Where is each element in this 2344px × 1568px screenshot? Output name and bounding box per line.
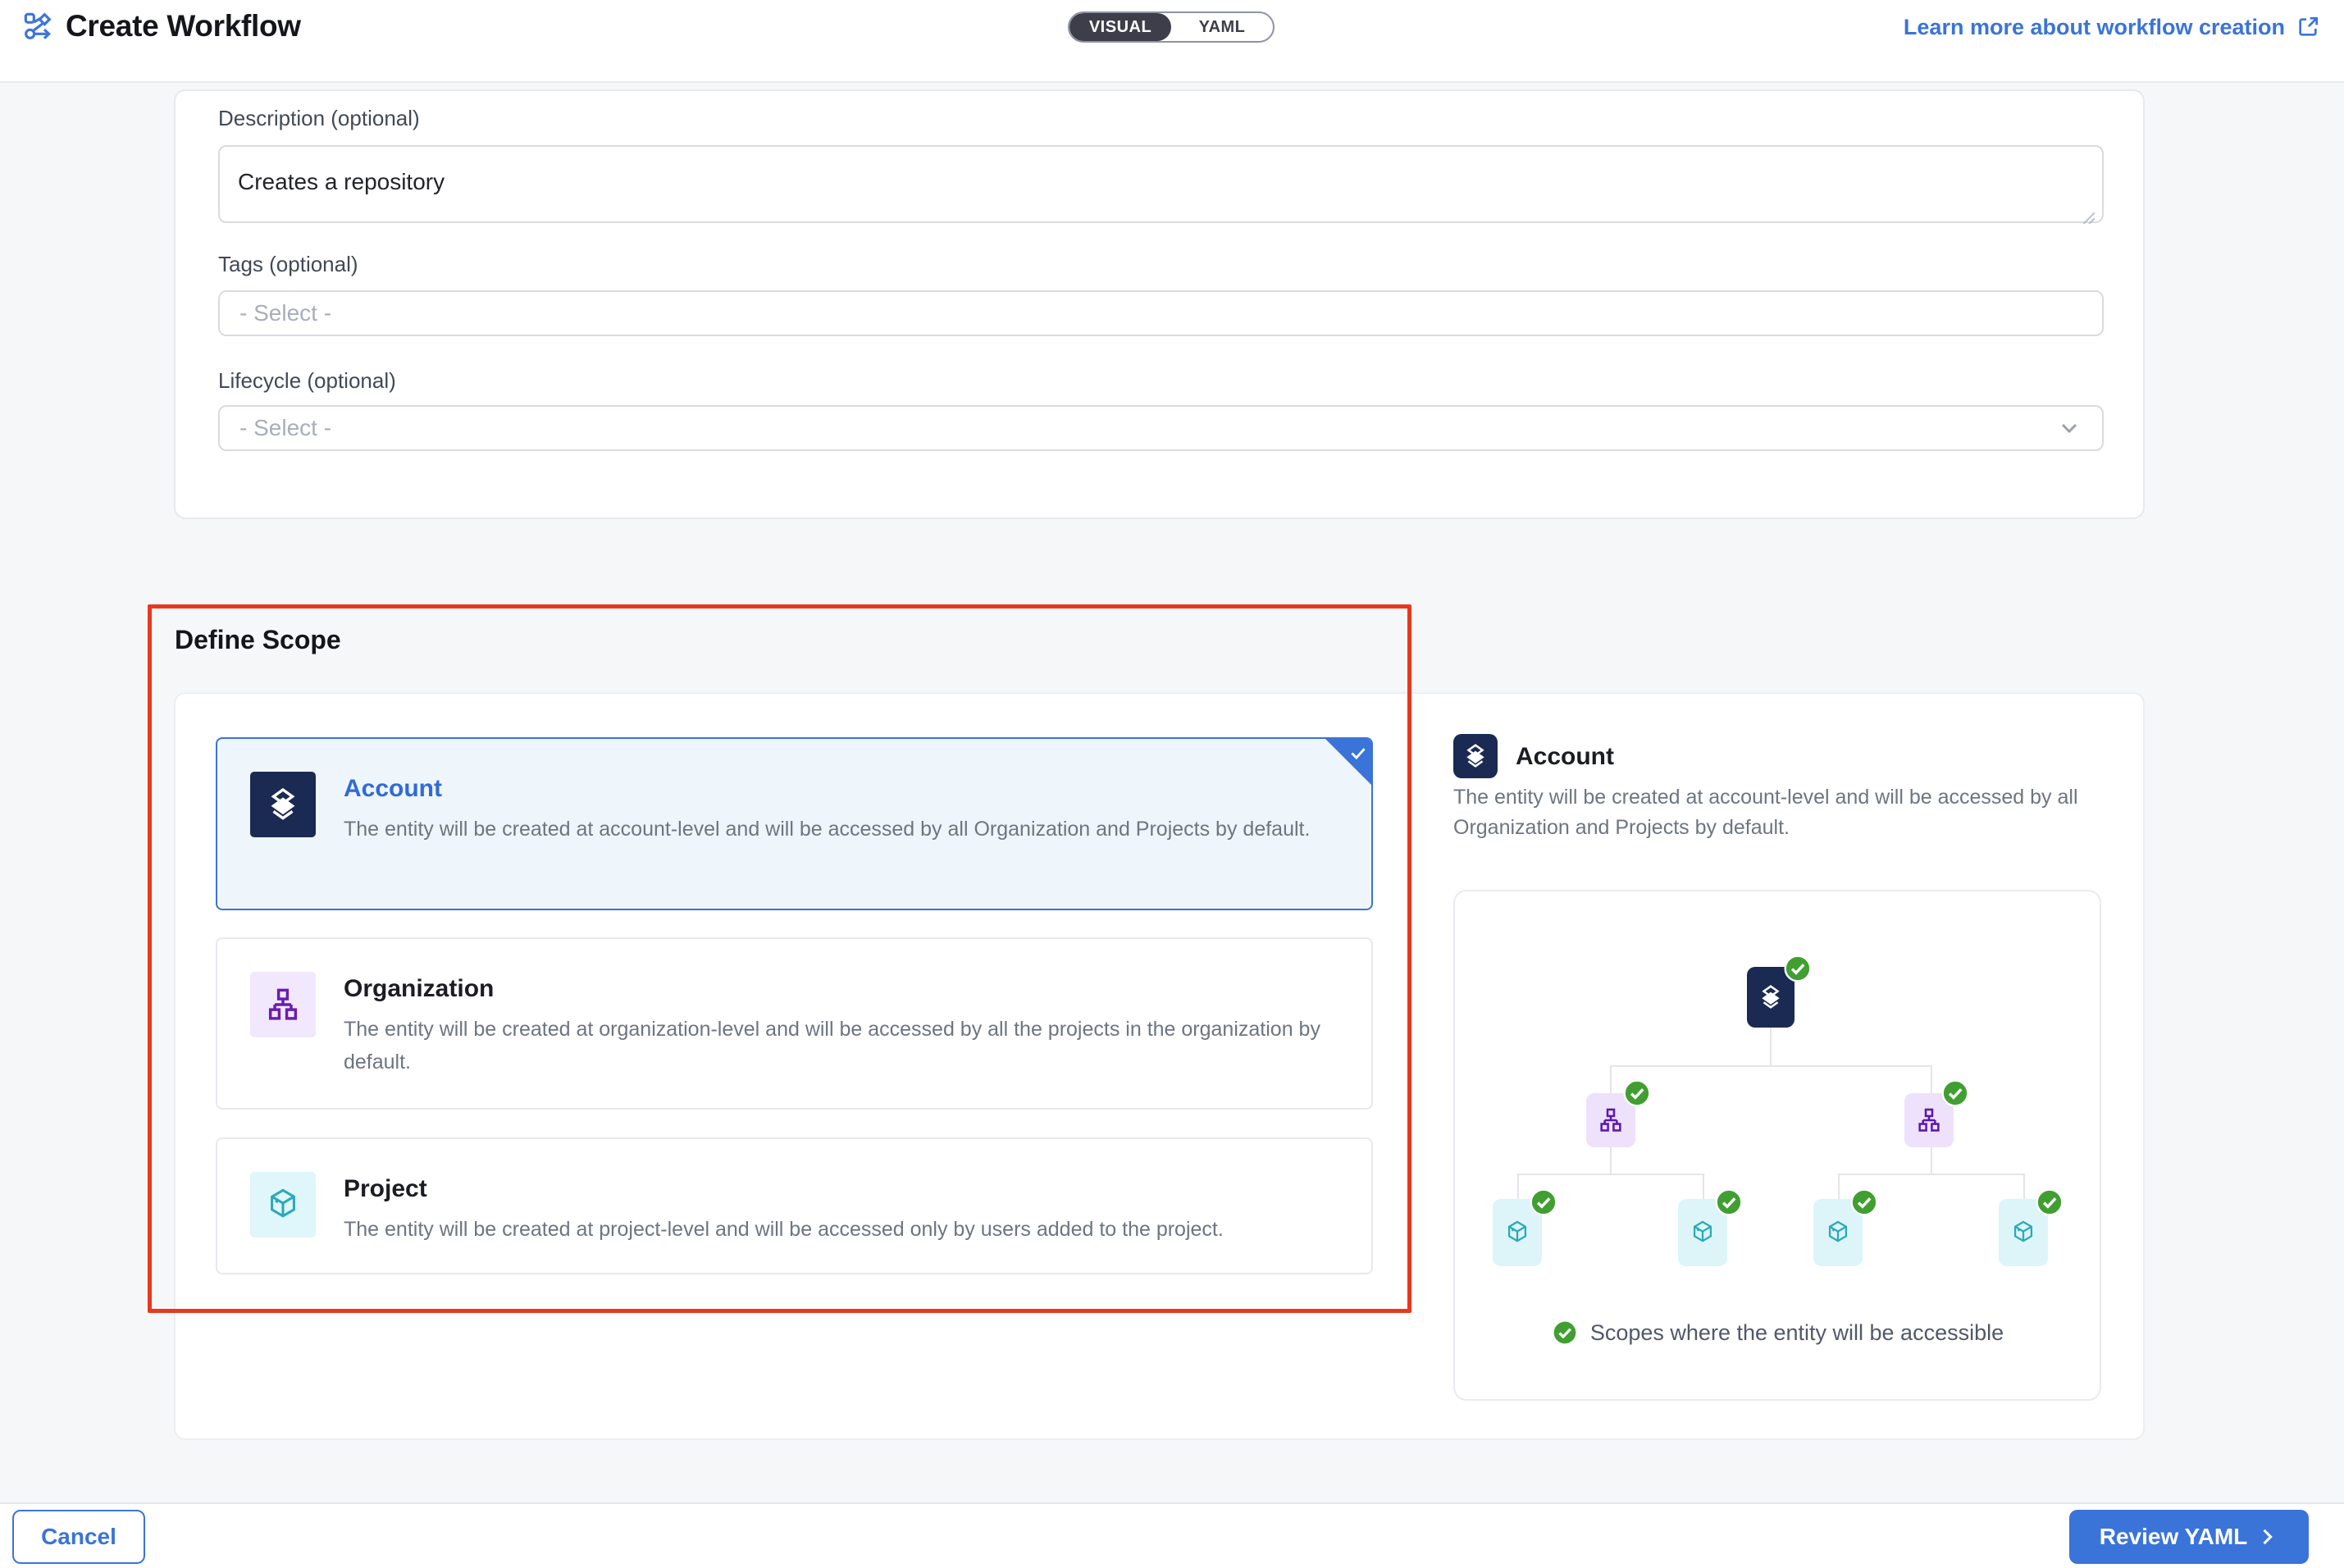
toggle-yaml[interactable]: YAML	[1171, 13, 1273, 41]
learn-more-label: Learn more about workflow creation	[1904, 15, 2285, 40]
lifecycle-placeholder: - Select -	[239, 415, 331, 441]
layers-icon	[1453, 734, 1498, 778]
scope-detail-title: Account	[1516, 743, 1614, 771]
learn-more-link[interactable]: Learn more about workflow creation	[1904, 14, 2321, 40]
diagram-legend: Scopes where the entity will be accessib…	[1455, 1319, 2100, 1347]
check-badge-icon	[1551, 1319, 1579, 1347]
check-badge-icon	[1622, 1078, 1652, 1108]
external-link-icon	[2295, 14, 2321, 40]
workflow-form-card: Description (optional) Creates a reposit…	[174, 89, 2145, 519]
scope-option-title: Organization	[344, 975, 494, 1003]
tags-select[interactable]: - Select -	[218, 290, 2104, 336]
scope-option-title: Account	[344, 775, 442, 803]
scope-option-description: The entity will be created at account-le…	[344, 813, 1373, 846]
cube-icon	[250, 1172, 316, 1238]
chevron-down-icon	[2056, 415, 2082, 441]
description-label: Description (optional)	[218, 106, 420, 131]
footer-bar: Cancel Review YAML	[0, 1502, 2344, 1568]
tags-placeholder: - Select -	[239, 300, 331, 326]
check-badge-icon	[1529, 1187, 1558, 1217]
scope-hierarchy-diagram: Scopes where the entity will be accessib…	[1453, 890, 2101, 1401]
page-title: Create Workflow	[66, 9, 301, 43]
define-scope-panel: Account The entity will be created at ac…	[174, 692, 2145, 1440]
scope-option-title: Project	[344, 1175, 427, 1203]
scope-option-account[interactable]: Account The entity will be created at ac…	[216, 737, 1373, 910]
visual-yaml-toggle[interactable]: VISUAL YAML	[1068, 11, 1275, 43]
diagram-legend-text: Scopes where the entity will be accessib…	[1590, 1320, 2004, 1346]
tags-label: Tags (optional)	[218, 252, 358, 277]
workflow-icon	[21, 10, 54, 43]
scope-option-organization[interactable]: Organization The entity will be created …	[216, 937, 1373, 1110]
review-yaml-button[interactable]: Review YAML	[2069, 1510, 2309, 1564]
check-badge-icon	[2035, 1187, 2064, 1217]
scope-option-project[interactable]: Project The entity will be created at pr…	[216, 1137, 1373, 1274]
check-badge-icon	[1849, 1187, 1879, 1217]
check-badge-icon	[1783, 954, 1813, 983]
scope-option-description: The entity will be created at project-le…	[344, 1213, 1373, 1246]
check-badge-icon	[1714, 1187, 1744, 1217]
description-textarea[interactable]: Creates a repository	[218, 145, 2104, 223]
review-yaml-label: Review YAML	[2100, 1524, 2248, 1550]
lifecycle-label: Lifecycle (optional)	[218, 368, 396, 394]
app-header: Create Workflow VISUAL YAML Learn more a…	[0, 0, 2344, 83]
lifecycle-select[interactable]: - Select -	[218, 405, 2104, 451]
cancel-button[interactable]: Cancel	[12, 1510, 145, 1564]
selected-corner-check-icon	[1325, 739, 1371, 785]
chevron-right-icon	[2255, 1525, 2278, 1548]
scope-option-description: The entity will be created at organizati…	[344, 1013, 1373, 1078]
scope-detail-description: The entity will be created at account-le…	[1453, 782, 2109, 843]
toggle-visual[interactable]: VISUAL	[1069, 13, 1171, 41]
layers-icon	[250, 772, 316, 837]
org-chart-icon	[250, 972, 316, 1037]
check-badge-icon	[1940, 1078, 1970, 1108]
define-scope-title: Define Scope	[175, 625, 341, 655]
